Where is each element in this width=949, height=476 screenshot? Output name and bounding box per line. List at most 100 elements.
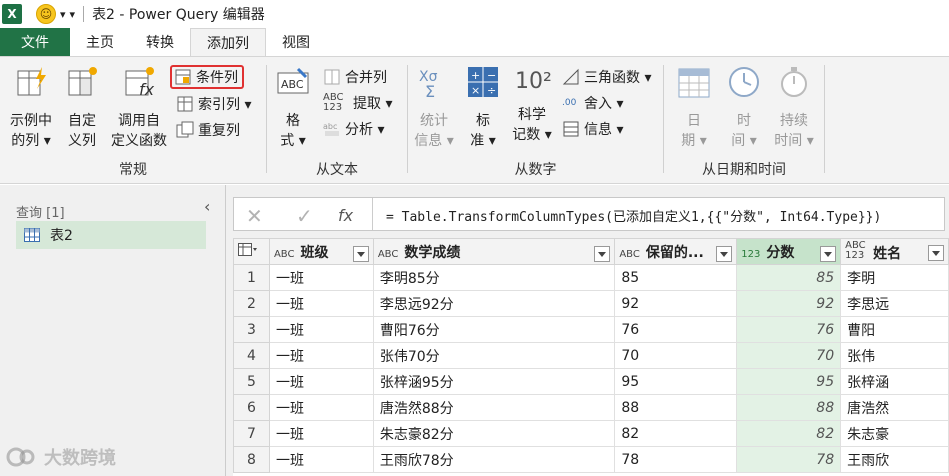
cell[interactable]: 95 bbox=[736, 368, 842, 395]
column-header-class[interactable]: ABC 班级 bbox=[268, 238, 374, 265]
cell[interactable]: 张伟 bbox=[840, 342, 949, 369]
cell[interactable]: 88 bbox=[736, 394, 842, 421]
cell[interactable]: 唐浩然 bbox=[840, 394, 949, 421]
filter-dropdown-icon[interactable] bbox=[716, 245, 733, 262]
column-header-math-score[interactable]: ABC 数学成绩 bbox=[372, 238, 616, 265]
row-number[interactable]: 8 bbox=[233, 446, 270, 473]
cell[interactable]: 82 bbox=[736, 420, 842, 447]
function-icon: fx bbox=[125, 67, 155, 99]
filter-dropdown-icon[interactable] bbox=[928, 244, 944, 261]
cell[interactable]: 一班 bbox=[268, 394, 374, 421]
cell[interactable]: 张伟70分 bbox=[372, 342, 616, 369]
row-number[interactable]: 5 bbox=[233, 368, 270, 395]
cell[interactable]: 曹阳 bbox=[840, 316, 949, 343]
function-fx-icon[interactable]: fx bbox=[338, 206, 353, 225]
conditional-column-button[interactable]: 条件列 bbox=[170, 65, 244, 89]
row-number[interactable]: 3 bbox=[233, 316, 270, 343]
time-button[interactable]: 时 间 ▾ bbox=[722, 65, 766, 151]
cell[interactable]: 一班 bbox=[268, 264, 374, 291]
row-number[interactable]: 1 bbox=[233, 264, 270, 291]
column-header-name[interactable]: ABC 123 姓名 bbox=[840, 238, 949, 265]
filter-dropdown-icon[interactable] bbox=[594, 245, 611, 262]
triangle-icon bbox=[562, 68, 579, 85]
trigonometry-button[interactable]: 三角函数 ▾ bbox=[562, 65, 651, 89]
stopwatch-icon bbox=[781, 67, 807, 97]
cell[interactable]: 76 bbox=[614, 316, 738, 343]
parse-button[interactable]: abc 分析 ▾ bbox=[323, 117, 384, 141]
cell[interactable]: 82 bbox=[614, 420, 738, 447]
duration-button[interactable]: 持续 时间 ▾ bbox=[770, 65, 818, 151]
standard-button[interactable]: + − × ÷ 标 准 ▾ bbox=[462, 65, 504, 151]
dropdown-arrow-icon[interactable]: ▾ bbox=[60, 8, 66, 21]
column-from-examples-button[interactable]: 示例中 的列 ▾ bbox=[6, 65, 56, 151]
column-header-score[interactable]: 123 分数 bbox=[736, 238, 842, 265]
statistics-button[interactable]: Χσ Σ 统计 信息 ▾ bbox=[412, 65, 456, 151]
scientific-button[interactable]: 10² 科学 记数 ▾ bbox=[508, 65, 556, 145]
formula-input[interactable]: = Table.TransformColumnTypes(已添加自定义1,{{"… bbox=[386, 206, 881, 225]
cell[interactable]: 王雨欣 bbox=[840, 446, 949, 473]
extract-button[interactable]: ABC 123 提取 ▾ bbox=[323, 91, 392, 115]
collapse-pane-icon[interactable]: ‹ bbox=[204, 197, 210, 216]
cell[interactable]: 李明 bbox=[840, 264, 949, 291]
cell[interactable]: 76 bbox=[736, 316, 842, 343]
tab-file[interactable]: 文件 bbox=[0, 28, 70, 56]
tab-home[interactable]: 主页 bbox=[70, 28, 130, 56]
invoke-custom-function-button[interactable]: fx 调用自 定义函数 bbox=[106, 65, 172, 151]
cell[interactable]: 朱志豪82分 bbox=[372, 420, 616, 447]
tab-add-column[interactable]: 添加列 bbox=[190, 28, 266, 56]
tab-view[interactable]: 视图 bbox=[266, 28, 326, 56]
query-item[interactable]: 表2 bbox=[16, 221, 206, 249]
date-button[interactable]: 日 期 ▾ bbox=[672, 65, 716, 151]
smiley-icon[interactable]: ☺ bbox=[36, 4, 56, 24]
group-label-general: 常规 bbox=[119, 162, 147, 178]
cell[interactable]: 78 bbox=[614, 446, 738, 473]
information-button[interactable]: 信息 ▾ bbox=[562, 117, 623, 141]
cell[interactable]: 70 bbox=[736, 342, 842, 369]
cell[interactable]: 一班 bbox=[268, 290, 374, 317]
table-menu-icon[interactable] bbox=[233, 238, 270, 265]
merge-columns-button[interactable]: 合并列 bbox=[323, 65, 387, 89]
cell[interactable]: 张梓涵95分 bbox=[372, 368, 616, 395]
calendar-icon bbox=[678, 68, 710, 98]
cell[interactable]: 李明85分 bbox=[372, 264, 616, 291]
cell[interactable]: 一班 bbox=[268, 446, 374, 473]
customize-qat-icon[interactable]: ▾ bbox=[70, 8, 76, 21]
cell[interactable]: 王雨欣78分 bbox=[372, 446, 616, 473]
quick-access[interactable]: ☺ ▾ ▾ bbox=[36, 4, 75, 24]
format-button[interactable]: ABC 格 式 ▾ bbox=[273, 65, 313, 151]
column-header-retained[interactable]: ABC 保留的... bbox=[614, 238, 738, 265]
cell[interactable]: 李思远 bbox=[840, 290, 949, 317]
index-column-button[interactable]: 索引列 ▾ bbox=[176, 92, 251, 116]
cell[interactable]: 一班 bbox=[268, 342, 374, 369]
cell[interactable]: 一班 bbox=[268, 316, 374, 343]
cancel-icon[interactable]: ✕ bbox=[246, 204, 263, 228]
custom-column-button[interactable]: 自定 义列 bbox=[62, 65, 102, 151]
row-number[interactable]: 6 bbox=[233, 394, 270, 421]
btn-line1: 格 bbox=[286, 113, 300, 129]
cell[interactable]: 78 bbox=[736, 446, 842, 473]
row-number[interactable]: 4 bbox=[233, 342, 270, 369]
cell[interactable]: 李思远92分 bbox=[372, 290, 616, 317]
cell[interactable]: 88 bbox=[614, 394, 738, 421]
row-number[interactable]: 2 bbox=[233, 290, 270, 317]
btn-line2: 时间 ▾ bbox=[774, 133, 814, 149]
duplicate-column-button[interactable]: 重复列 bbox=[176, 118, 240, 142]
row-number[interactable]: 7 bbox=[233, 420, 270, 447]
confirm-icon[interactable]: ✓ bbox=[296, 204, 313, 228]
cell[interactable]: 85 bbox=[614, 264, 738, 291]
filter-dropdown-icon[interactable] bbox=[352, 245, 369, 262]
cell[interactable]: 一班 bbox=[268, 368, 374, 395]
cell[interactable]: 朱志豪 bbox=[840, 420, 949, 447]
cell[interactable]: 唐浩然88分 bbox=[372, 394, 616, 421]
filter-dropdown-icon[interactable] bbox=[820, 245, 837, 262]
cell[interactable]: 85 bbox=[736, 264, 842, 291]
cell[interactable]: 92 bbox=[736, 290, 842, 317]
cell[interactable]: 70 bbox=[614, 342, 738, 369]
cell[interactable]: 曹阳76分 bbox=[372, 316, 616, 343]
rounding-button[interactable]: .00 舍入 ▾ bbox=[562, 91, 623, 115]
tab-transform[interactable]: 转换 bbox=[130, 28, 190, 56]
cell[interactable]: 张梓涵 bbox=[840, 368, 949, 395]
cell[interactable]: 92 bbox=[614, 290, 738, 317]
cell[interactable]: 一班 bbox=[268, 420, 374, 447]
cell[interactable]: 95 bbox=[614, 368, 738, 395]
